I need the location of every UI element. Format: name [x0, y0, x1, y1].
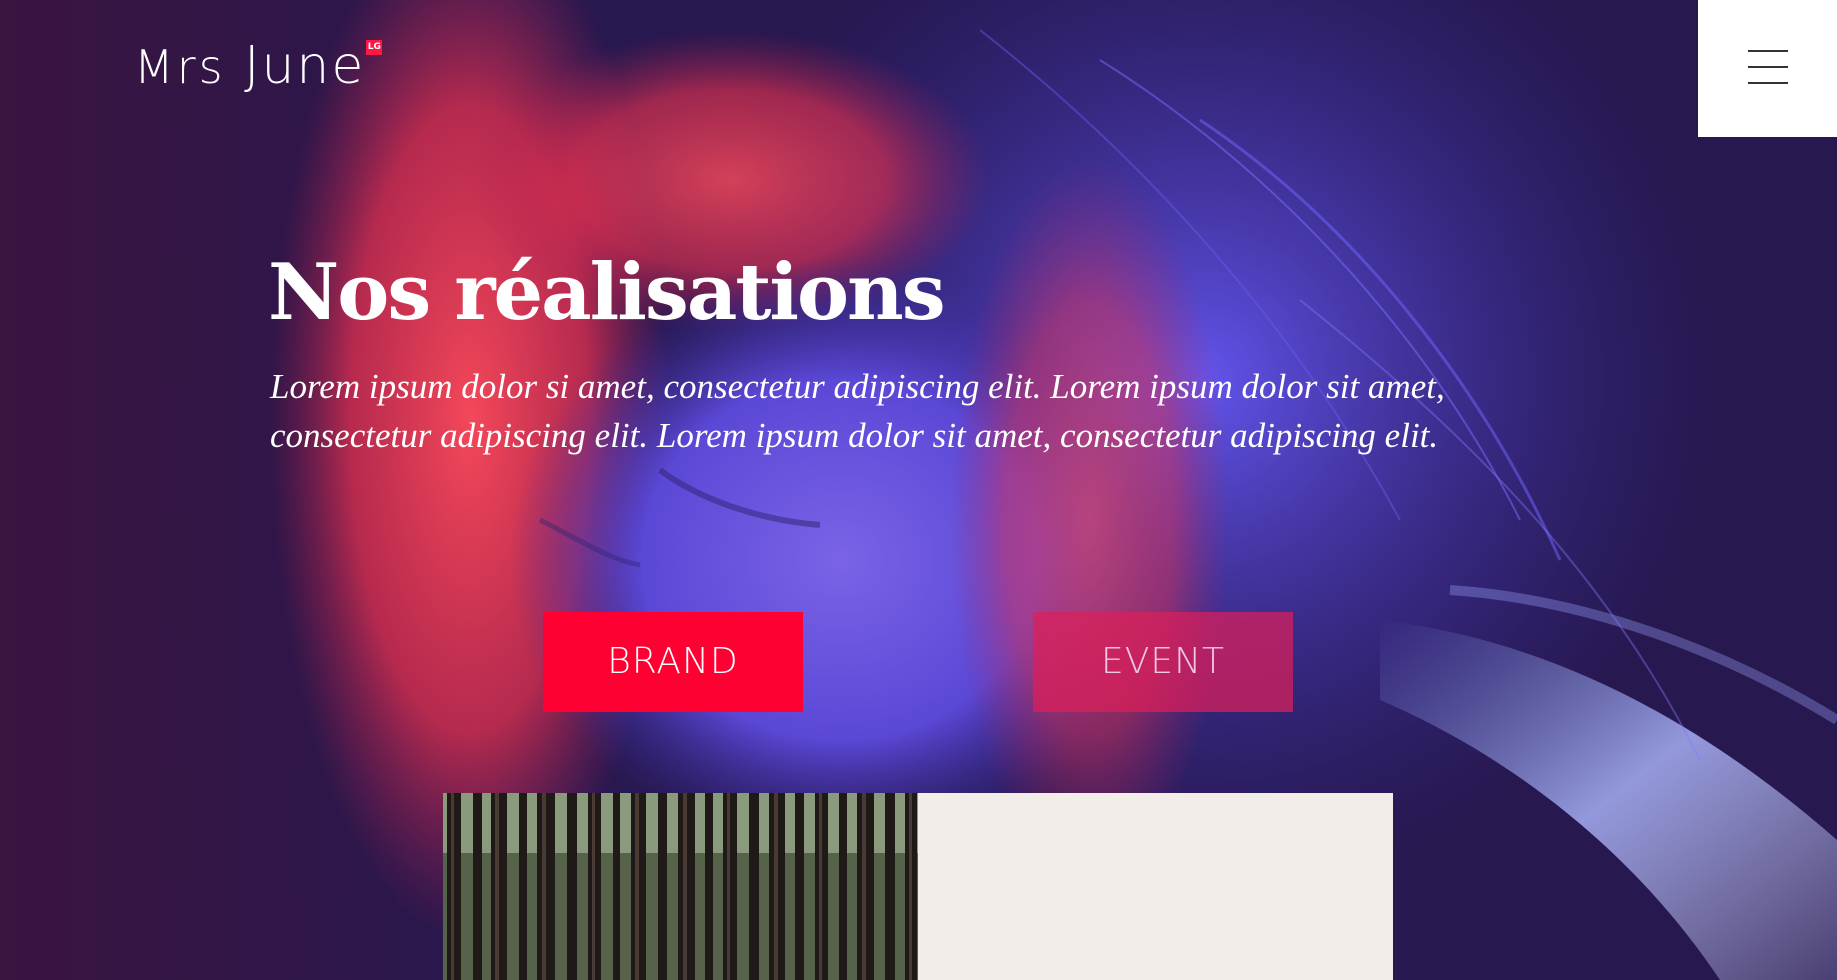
- hamburger-menu-icon-bar: [1748, 66, 1788, 68]
- logo-name: June: [244, 36, 366, 96]
- page-intro-text: Lorem ipsum dolor si amet, consectetur a…: [270, 367, 1445, 455]
- project-card-blank[interactable]: [918, 793, 1393, 980]
- hero-section: Mrs June LG Nos réalisations Lorem ipsum…: [0, 0, 1837, 980]
- brand-filter-button[interactable]: BRAND: [543, 612, 803, 712]
- brand-logo[interactable]: Mrs June LG: [134, 40, 383, 94]
- logo-badge: LG: [366, 40, 383, 55]
- hamburger-menu-icon-bar: [1748, 82, 1788, 84]
- event-filter-button[interactable]: EVENT: [1033, 612, 1293, 712]
- menu-button[interactable]: [1698, 0, 1837, 137]
- hamburger-menu-icon: [1748, 50, 1788, 52]
- logo-prefix: Mrs: [134, 40, 226, 94]
- project-card-image[interactable]: [443, 793, 918, 980]
- page-title: Nos réalisations: [268, 247, 946, 338]
- forest-photo: [443, 793, 918, 980]
